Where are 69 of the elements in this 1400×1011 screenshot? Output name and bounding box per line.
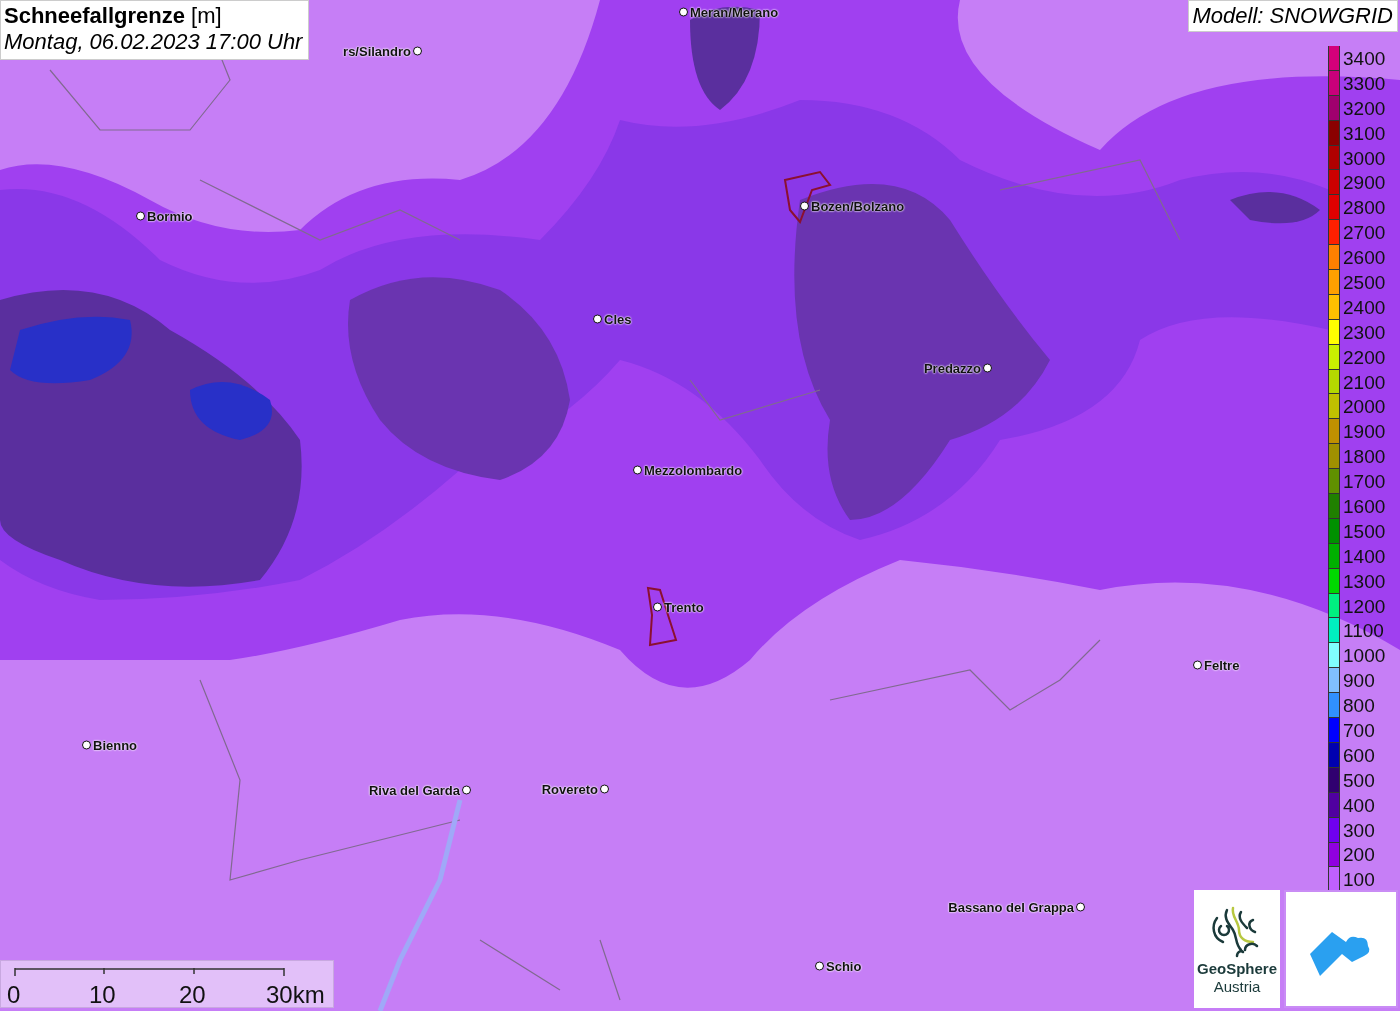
city-marker-icon — [653, 602, 662, 612]
city-label: rs/Silandro — [343, 43, 411, 59]
scale-label: 30km — [266, 981, 325, 1009]
city-marker-icon — [633, 465, 642, 475]
legend-label: 400 — [1343, 795, 1375, 815]
legend-label: 600 — [1343, 745, 1375, 765]
city-marker-icon — [136, 211, 145, 221]
city-label: Feltre — [1204, 657, 1240, 673]
city-label: Cles — [604, 311, 632, 327]
legend-label: 1900 — [1343, 422, 1386, 442]
legend-label: 2200 — [1343, 347, 1386, 367]
city-label: Bienno — [93, 737, 138, 753]
city-marker-icon — [600, 784, 609, 794]
map-title: Schneefallgrenze [m] — [4, 3, 223, 29]
city-marker-icon — [679, 7, 688, 17]
legend-label: 2700 — [1343, 223, 1386, 243]
legend-label: 2100 — [1343, 372, 1386, 392]
model-label: Modell: SNOWGRID — [1187, 0, 1398, 32]
legend-label: 800 — [1343, 696, 1375, 716]
city-label: Predazzo — [923, 360, 981, 376]
legend-label: 2900 — [1343, 173, 1386, 193]
legend-label: 1400 — [1343, 546, 1386, 566]
city-marker-icon — [462, 785, 471, 795]
city-label: Bassano del Grappa — [948, 899, 1074, 915]
legend-label: 1500 — [1343, 521, 1386, 541]
logo-text: GeoSphere — [1197, 960, 1277, 978]
logo-text: Austria — [1213, 978, 1261, 996]
city-label: Bozen/Bolzano — [811, 198, 905, 214]
legend-label: 1100 — [1343, 621, 1384, 641]
legend-label: 2300 — [1343, 322, 1386, 342]
legend-label: 700 — [1343, 721, 1375, 740]
legend-label: 3400 — [1343, 48, 1386, 68]
city-marker-icon — [983, 363, 992, 373]
legend-label: 500 — [1343, 770, 1375, 790]
city-label: Bormio — [147, 208, 193, 224]
legend-label: 200 — [1343, 845, 1375, 865]
city-marker-icon — [800, 201, 809, 211]
legend-label: 2600 — [1343, 248, 1386, 268]
legend-label: 3100 — [1343, 123, 1386, 143]
legend-label: 1800 — [1343, 447, 1386, 467]
city-label: Riva del Garda — [368, 782, 460, 798]
city-marker-icon — [413, 46, 422, 56]
legend-label: 1000 — [1343, 646, 1386, 666]
city-label: Schio — [826, 958, 862, 974]
city-label: Rovereto — [541, 781, 598, 797]
legend-label: 3300 — [1343, 73, 1386, 93]
city-marker-icon — [1076, 902, 1085, 912]
legend-label: 2400 — [1343, 297, 1386, 317]
legend-label: 2800 — [1343, 198, 1386, 218]
legend-label: 300 — [1343, 820, 1375, 840]
scale-label: 20 — [179, 981, 206, 1009]
scale-label: 10 — [89, 981, 116, 1009]
legend-label: 1300 — [1343, 571, 1386, 591]
city-marker-icon — [593, 314, 602, 324]
legend-label: 900 — [1343, 671, 1375, 691]
city-marker-icon — [1193, 660, 1202, 670]
legend-label: 1200 — [1343, 596, 1386, 616]
legend-label: 1700 — [1343, 472, 1386, 492]
city-marker-icon — [815, 961, 824, 971]
legend-label: 1600 — [1343, 496, 1386, 516]
legend-label: 3000 — [1343, 148, 1386, 168]
forecast-time: Montag, 06.02.2023 17:00 Uhr — [4, 29, 303, 55]
legend-label: 2500 — [1343, 272, 1386, 292]
scale-label: 0 — [7, 981, 21, 1009]
city-marker-icon — [82, 740, 91, 750]
legend-label: 2000 — [1343, 397, 1386, 417]
legend-label: 100 — [1343, 870, 1375, 890]
city-label: Mezzolombardo — [644, 462, 743, 478]
legend-label: 3200 — [1343, 98, 1386, 118]
